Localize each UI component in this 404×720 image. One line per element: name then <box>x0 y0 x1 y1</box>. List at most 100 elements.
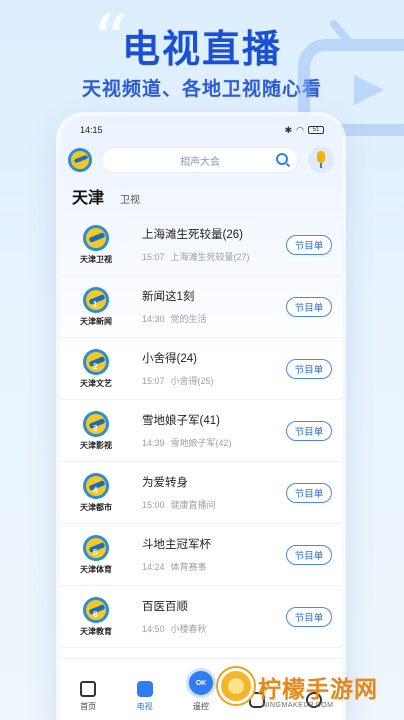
channel-name: 天津体育 <box>80 564 112 574</box>
current-program: 新闻这1刻 <box>142 291 195 303</box>
channel-number: 4 <box>93 485 98 495</box>
channel-badge-icon: 1 <box>83 286 109 313</box>
next-time: 14:30 <box>142 314 165 324</box>
status-bar: 14:15 ✱ ◠ 51 <box>60 116 342 144</box>
channel-list: 天津卫视 上海滩生死较量(26) 15:07 上海滩生死较量(27) 节目单 1 天津新闻 新… <box>60 214 342 648</box>
program-guide-button[interactable]: 节目单 <box>286 358 332 379</box>
next-title: 体育赛事 <box>170 562 207 572</box>
channel-row[interactable]: 6 天津教育 百医百顺 14:50 小楼春秋 节目单 <box>60 586 342 648</box>
next-time: 15:07 <box>142 252 165 262</box>
watermark-url: NINGMAKEUP.COM <box>262 702 334 709</box>
current-program: 百医百顺 <box>142 601 188 613</box>
channel-info: 斗地主冠军杯 14:24 体育赛事 <box>142 536 286 573</box>
channel-name: 天津影视 <box>80 440 112 450</box>
next-time: 14:50 <box>142 624 165 634</box>
channel-logo: 5 天津体育 <box>72 534 120 575</box>
channel-info: 雪地娘子军(41) 14:39 雪地娘子军(42) <box>142 412 286 449</box>
channel-row[interactable]: 5 天津体育 斗地主冠军杯 14:24 体育赛事 节目单 <box>60 524 342 586</box>
current-program: 雪地娘子军(41) <box>142 415 220 427</box>
next-time: 15:00 <box>142 500 165 510</box>
next-program: 14:30 党的生活 <box>142 312 286 325</box>
current-program: 为爱转身 <box>142 477 188 489</box>
channel-name: 天津新闻 <box>80 316 112 326</box>
channel-row[interactable]: 3 天津影视 雪地娘子军(41) 14:39 雪地娘子军(42) 节目单 <box>60 400 342 462</box>
next-title: 小楼春秋 <box>170 624 207 634</box>
program-guide-button[interactable]: 节目单 <box>286 482 332 503</box>
bluetooth-icon: ✱ <box>284 124 293 135</box>
remote-ok-icon: OK <box>185 668 216 698</box>
channel-badge-icon: 2 <box>83 348 109 375</box>
next-program: 15:00 健康直播间 <box>142 498 286 511</box>
channel-row[interactable]: 4 天津都市 为爱转身 15:00 健康直播间 节目单 <box>60 462 342 524</box>
channel-row[interactable]: 1 天津新闻 新闻这1刻 14:30 党的生活 节目单 <box>60 276 342 338</box>
program-guide-button[interactable]: 节目单 <box>286 544 332 565</box>
watermark-title: 柠檬手游网 <box>258 677 378 703</box>
lemon-logo-icon <box>218 668 254 704</box>
channel-logo: 天津卫视 <box>72 224 120 265</box>
region-tabs: 天津 卫视 <box>72 184 140 208</box>
program-guide-button[interactable]: 节目单 <box>286 296 332 317</box>
channel-logo: 6 天津教育 <box>72 596 120 637</box>
channel-logo: 2 天津文艺 <box>72 348 120 389</box>
channel-info: 新闻这1刻 14:30 党的生活 <box>142 288 286 325</box>
channel-row[interactable]: 2 天津文艺 小舍得(24) 15:07 小舍得(25) 节目单 <box>60 338 342 400</box>
channel-row[interactable]: 天津卫视 上海滩生死较量(26) 15:07 上海滩生死较量(27) 节目单 <box>60 214 342 276</box>
wifi-icon: ◠ <box>296 124 304 135</box>
nav-tv[interactable]: 电视 <box>125 681 165 712</box>
top-bar: 相声大会 <box>68 146 334 174</box>
next-title: 小舍得(25) <box>170 376 214 386</box>
channel-logo: 3 天津影视 <box>72 410 120 451</box>
channel-number: 6 <box>93 609 98 619</box>
phone-mockup: 14:15 ✱ ◠ 51 相声大会 天津 卫视 天津卫视 上海滩生死较量(26) 1… <box>60 116 342 720</box>
current-program: 斗地主冠军杯 <box>142 539 211 551</box>
channel-badge-icon: 4 <box>83 472 109 499</box>
channel-badge-icon <box>83 224 109 251</box>
tab-satellite[interactable]: 卫视 <box>120 191 140 206</box>
status-time: 14:15 <box>80 125 103 135</box>
voice-search-button[interactable] <box>308 147 334 173</box>
channel-name: 天津文艺 <box>80 378 112 388</box>
next-program: 14:24 体育赛事 <box>142 560 286 573</box>
current-program: 上海滩生死较量(26) <box>142 229 243 241</box>
search-icon[interactable] <box>276 153 288 165</box>
search-input[interactable]: 相声大会 <box>102 148 298 172</box>
microphone-icon <box>317 151 325 163</box>
next-title: 党的生活 <box>170 314 207 324</box>
channel-name: 天津卫视 <box>80 254 112 264</box>
battery-icon: 51 <box>308 126 324 134</box>
channel-name: 天津都市 <box>80 502 112 512</box>
next-program: 14:50 小楼春秋 <box>142 622 286 635</box>
next-title: 雪地娘子军(42) <box>170 438 232 448</box>
channel-number: 2 <box>93 361 98 371</box>
program-guide-button[interactable]: 节目单 <box>286 606 332 627</box>
next-program: 15:07 上海滩生死较量(27) <box>142 250 286 263</box>
channel-name: 天津教育 <box>80 626 112 636</box>
channel-number: 1 <box>93 299 98 309</box>
next-title: 上海滩生死较量(27) <box>170 252 250 262</box>
next-program: 14:39 雪地娘子军(42) <box>142 436 286 449</box>
channel-info: 小舍得(24) 15:07 小舍得(25) <box>142 350 286 387</box>
nav-remote[interactable]: OK 遥控 <box>181 668 221 712</box>
channel-badge-icon: 6 <box>83 596 109 623</box>
program-guide-button[interactable]: 节目单 <box>286 420 332 441</box>
next-time: 15:07 <box>142 376 165 386</box>
current-program: 小舍得(24) <box>142 353 197 365</box>
channel-info: 上海滩生死较量(26) 15:07 上海滩生死较量(27) <box>142 226 286 263</box>
program-guide-button[interactable]: 节目单 <box>286 234 332 255</box>
tab-tianjin[interactable]: 天津 <box>72 184 104 208</box>
channel-info: 百医百顺 14:50 小楼春秋 <box>142 598 286 635</box>
channel-number: 5 <box>93 547 98 557</box>
next-program: 15:07 小舍得(25) <box>142 374 286 387</box>
nav-home[interactable]: 首页 <box>68 681 108 712</box>
channel-badge-icon: 3 <box>83 410 109 437</box>
next-time: 14:24 <box>142 562 165 572</box>
channel-logo: 1 天津新闻 <box>72 286 120 327</box>
channel-info: 为爱转身 15:00 健康直播间 <box>142 474 286 511</box>
channel-logo: 4 天津都市 <box>72 472 120 513</box>
next-title: 健康直播间 <box>170 500 216 510</box>
tv-icon <box>136 681 153 697</box>
next-time: 14:39 <box>142 438 165 448</box>
app-logo-icon[interactable] <box>68 148 92 172</box>
home-icon <box>80 681 97 697</box>
channel-number: 3 <box>93 423 98 433</box>
